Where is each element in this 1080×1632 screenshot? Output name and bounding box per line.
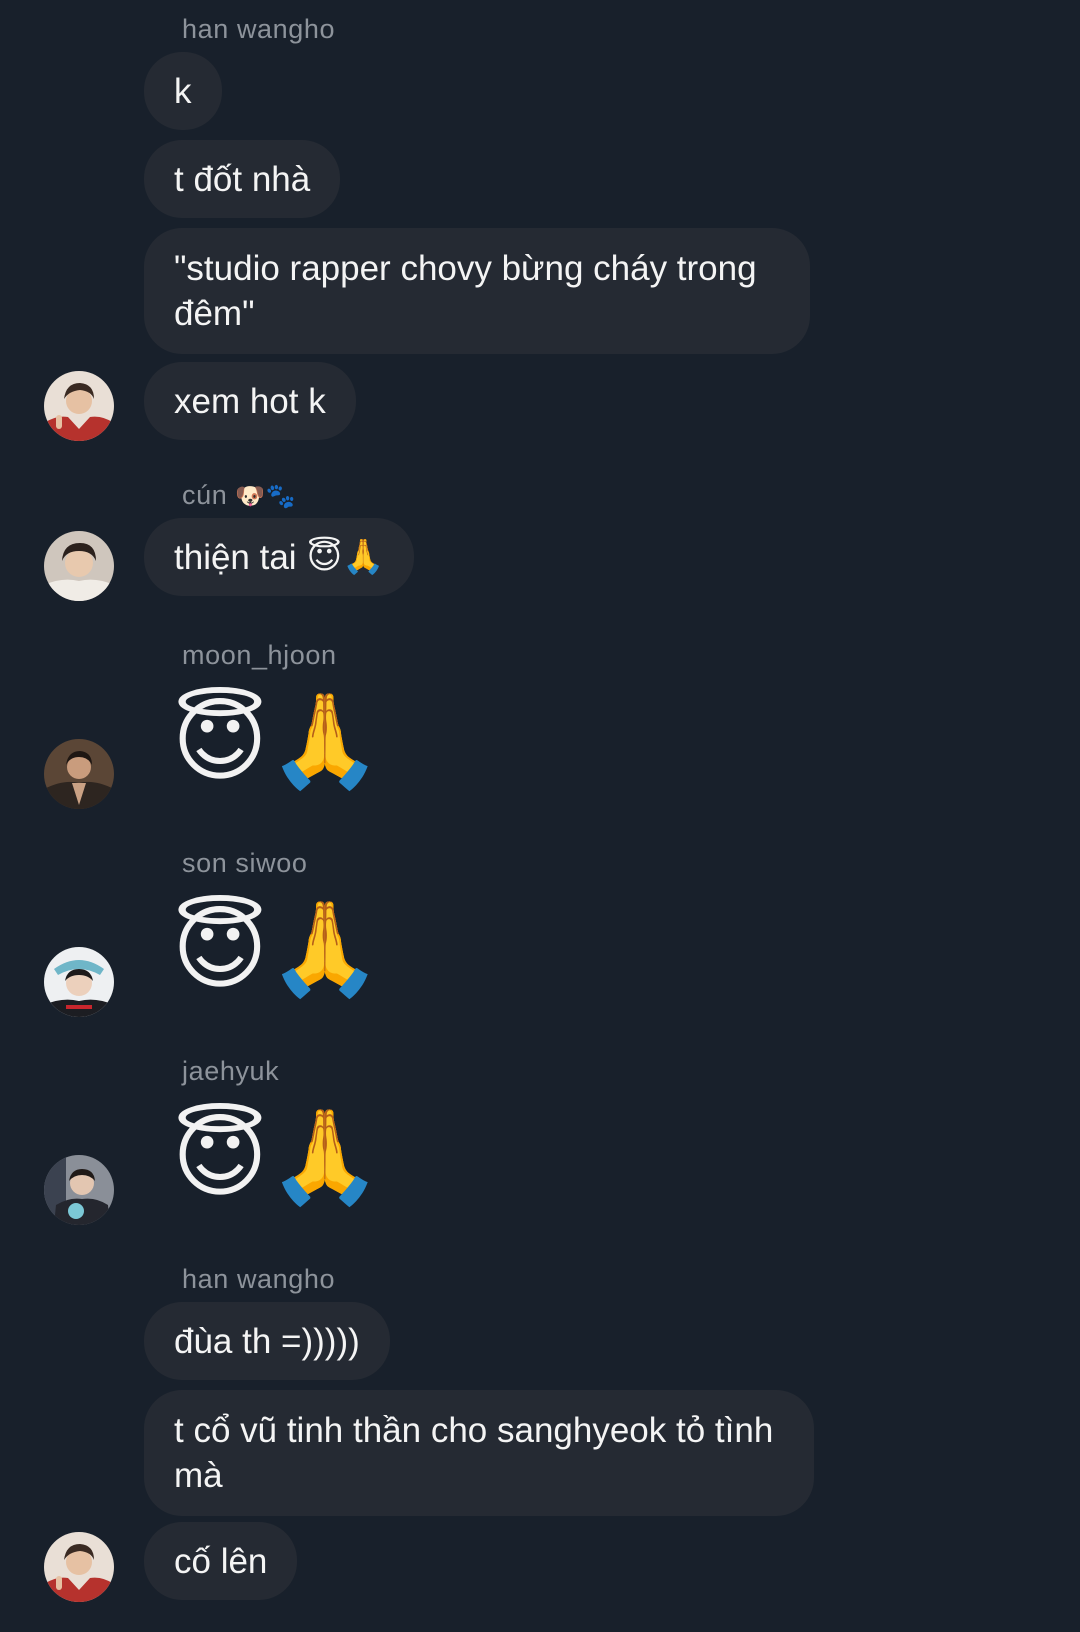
message-text: t cổ vũ tinh thần cho sanghyeok tỏ tình … xyxy=(174,1411,774,1495)
message-bubble[interactable]: thiện tai 😇🙏 xyxy=(144,518,415,596)
halo-pray-emoji-icon[interactable]: 😇🙏 xyxy=(172,686,382,796)
message-bubble[interactable]: t đốt nhà xyxy=(144,140,341,218)
message-text: thiện tai xyxy=(174,537,297,577)
message-text: k xyxy=(174,71,192,111)
halo-pray-emoji-icon: 😇🙏 xyxy=(306,536,385,577)
sender-name: moon_hjoon xyxy=(182,640,337,670)
sender-name: son siwoo xyxy=(182,848,308,878)
avatar-photo-icon xyxy=(44,1155,114,1225)
avatar[interactable] xyxy=(44,371,114,441)
sender-name: han wangho xyxy=(182,1264,336,1294)
avatar[interactable] xyxy=(44,947,114,1017)
message-bubble[interactable]: xem hot k xyxy=(144,362,356,440)
message-text: cố lên xyxy=(174,1541,268,1581)
message-text: đùa th =))))) xyxy=(174,1321,360,1361)
avatar-photo-icon xyxy=(44,1532,114,1602)
avatar[interactable] xyxy=(44,1155,114,1225)
avatar-photo-icon xyxy=(44,947,114,1017)
avatar[interactable] xyxy=(44,739,114,809)
message-bubble[interactable]: cố lên xyxy=(144,1522,298,1600)
message-bubble[interactable]: k xyxy=(144,52,222,130)
sender-name: cún 🐶🐾 xyxy=(182,480,297,510)
message-text: xem hot k xyxy=(174,381,326,421)
dog-paw-emoji-icon: 🐶🐾 xyxy=(235,482,297,510)
avatar-photo-icon xyxy=(44,371,114,441)
avatar[interactable] xyxy=(44,1532,114,1602)
avatar[interactable] xyxy=(44,531,114,601)
message-text: "studio rapper chovy bừng cháy trong đêm… xyxy=(174,249,757,333)
halo-pray-emoji-icon[interactable]: 😇🙏 xyxy=(172,894,382,1004)
sender-name: jaehyuk xyxy=(182,1056,280,1086)
message-bubble[interactable]: "studio rapper chovy bừng cháy trong đêm… xyxy=(144,228,810,354)
halo-pray-emoji-icon[interactable]: 😇🙏 xyxy=(172,1102,382,1212)
avatar-photo-icon xyxy=(44,739,114,809)
message-text: t đốt nhà xyxy=(174,159,311,199)
sender-name: han wangho xyxy=(182,14,336,44)
message-bubble[interactable]: t cổ vũ tinh thần cho sanghyeok tỏ tình … xyxy=(144,1390,814,1516)
message-bubble[interactable]: đùa th =))))) xyxy=(144,1302,390,1380)
avatar-photo-icon xyxy=(44,531,114,601)
